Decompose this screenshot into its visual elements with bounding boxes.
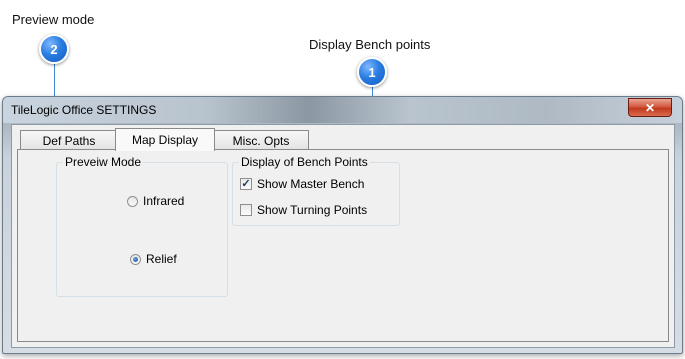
close-button[interactable]: ✕ <box>628 98 672 117</box>
tab-misc-opts[interactable]: Misc. Opts <box>213 130 309 150</box>
callout-label-bench-points: Display Bench points <box>309 37 431 52</box>
title-bar[interactable]: TileLogic Office SETTINGS ✕ <box>3 97 682 123</box>
show-turning-points-label: Show Turning Points <box>257 203 368 217</box>
checkbox-show-master-bench[interactable]: ✓ Show Master Bench <box>240 177 364 191</box>
callout-label-preview-mode: Preview mode <box>12 12 95 27</box>
preview-mode-group-title: Preveiw Mode <box>63 155 144 169</box>
settings-window: TileLogic Office SETTINGS ✕ Def Paths Ma… <box>2 96 683 354</box>
radio-infrared-label: Infrared <box>143 194 185 208</box>
close-icon: ✕ <box>644 100 656 115</box>
preview-mode-group: Preveiw Mode Infrared Relief <box>56 155 228 297</box>
radio-relief-label: Relief <box>146 252 177 266</box>
check-icon[interactable]: ✓ <box>240 178 252 190</box>
tab-map-display[interactable]: Map Display <box>115 128 215 151</box>
tab-def-paths[interactable]: Def Paths <box>20 130 118 150</box>
callout-badge-2: 2 <box>39 34 69 64</box>
radio-infrared-button[interactable] <box>127 195 138 207</box>
bench-points-group-title: Display of Bench Points <box>239 155 370 169</box>
radio-relief[interactable]: Relief <box>130 252 177 266</box>
callout-badge-1: 1 <box>357 57 387 87</box>
bench-points-group: Display of Bench Points ✓ Show Master Be… <box>232 155 400 226</box>
radio-infrared[interactable]: Infrared <box>127 194 184 208</box>
window-title: TileLogic Office SETTINGS <box>11 103 157 117</box>
tab-panel-map-display: Preveiw Mode Infrared Relief Display of … <box>17 149 669 342</box>
checkbox-show-turning-points[interactable]: Show Turning Points <box>240 203 367 217</box>
checkbox-empty-icon[interactable] <box>240 204 252 216</box>
radio-relief-button[interactable] <box>130 253 141 265</box>
dialog-client: Def Paths Map Display Misc. Opts Preveiw… <box>11 124 675 348</box>
show-master-bench-label: Show Master Bench <box>257 177 365 191</box>
